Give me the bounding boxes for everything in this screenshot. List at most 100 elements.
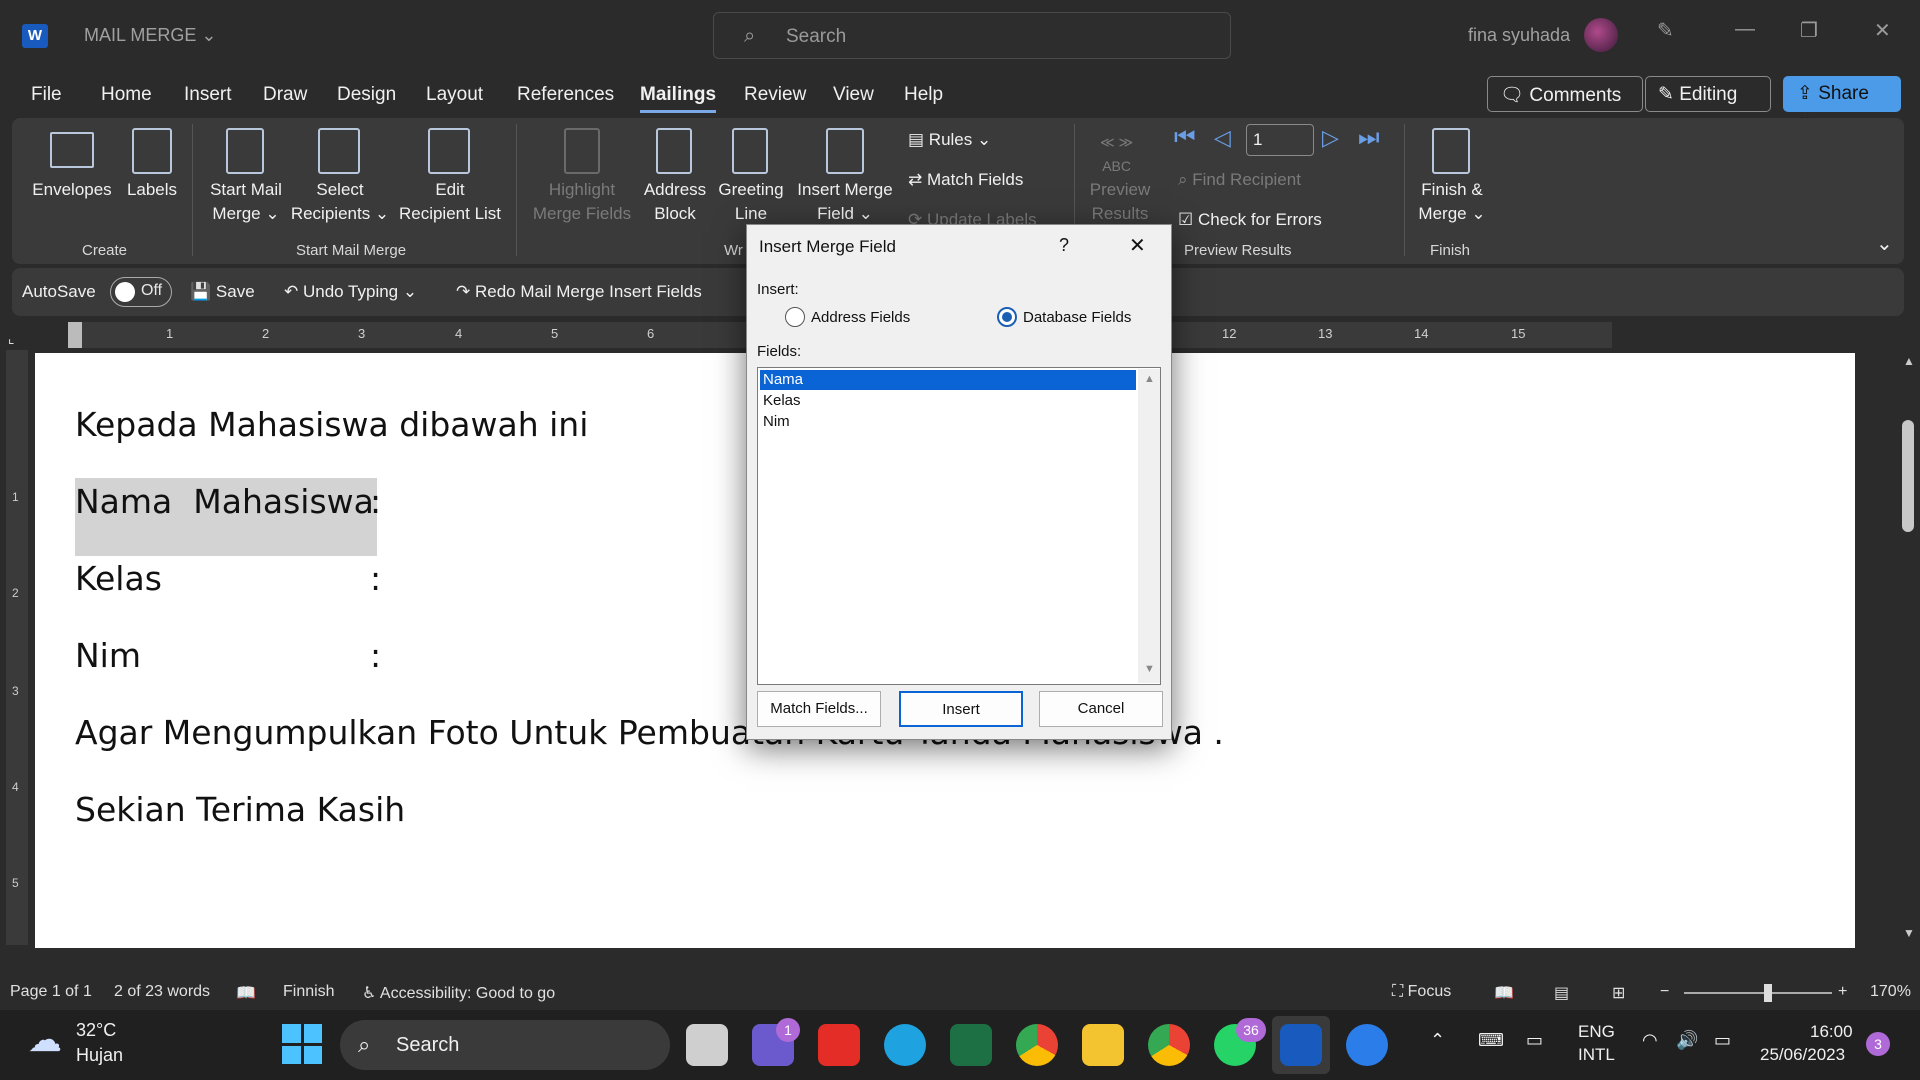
zoom-in-icon[interactable]: + [1838,983,1847,1001]
volume-icon[interactable]: 🔊 [1676,1030,1698,1051]
user-name[interactable]: fina syuhada [1468,25,1570,46]
weather-desc[interactable]: Hujan [76,1045,123,1066]
clock-time[interactable]: 16:00 [1810,1022,1853,1042]
select-recipients-button[interactable]: Select Recipients ⌄ [290,178,390,226]
database-fields-radio[interactable] [997,307,1017,327]
envelopes-button[interactable]: Envelopes [32,178,112,202]
scroll-thumb[interactable] [1902,420,1914,532]
scroll-up-icon[interactable]: ▲ [1903,354,1915,368]
tab-home[interactable]: Home [101,84,152,106]
address-fields-radio[interactable] [785,307,805,327]
file-explorer-icon[interactable] [1082,1024,1124,1066]
match-fields-button[interactable]: ⇄ Match Fields [908,168,1023,192]
insert-button[interactable]: Insert [899,691,1023,727]
insert-merge-field-button[interactable]: Insert Merge Field ⌄ [792,178,898,226]
preview-results-button[interactable]: Preview Results [1084,178,1156,226]
tab-design[interactable]: Design [337,84,396,106]
chevron-up-icon[interactable]: ⌃ [1430,1030,1445,1051]
language[interactable]: Finnish [283,983,335,1001]
tab-layout[interactable]: Layout [426,84,483,106]
taskbar-search[interactable]: ⌕ Search [340,1020,670,1070]
scroll-up-icon[interactable]: ▲ [1144,373,1155,385]
editing-button[interactable]: ✎ Editing ⌄ [1645,76,1771,128]
first-record-icon[interactable]: ⏮ [1174,126,1196,150]
list-item[interactable]: Kelas [760,391,1136,411]
tab-file[interactable]: File [31,84,62,106]
tab-view[interactable]: View [833,84,874,106]
app-icon[interactable] [1346,1024,1388,1066]
find-recipient-button[interactable]: ⌕ Find Recipient [1178,168,1301,192]
check-for-errors-button[interactable]: ☑ Check for Errors [1178,208,1322,232]
tab-selector-icon[interactable]: ⌞ [8,330,15,347]
record-number-input[interactable]: 1 [1246,124,1314,156]
scroll-down-icon[interactable]: ▼ [1144,663,1155,675]
notification-badge[interactable]: 3 [1866,1032,1890,1056]
avatar[interactable] [1584,18,1618,52]
save-button[interactable]: 💾 Save [190,282,255,302]
comments-button[interactable]: 🗨 Comments [1487,76,1643,112]
doc-line[interactable]: Kelas [75,559,162,598]
language-intl[interactable]: INTL [1578,1045,1615,1065]
clock-date[interactable]: 25/06/2023 [1760,1045,1845,1065]
address-fields-label[interactable]: Address Fields [811,309,910,326]
windows-start-icon[interactable] [282,1024,322,1064]
edge-icon[interactable] [884,1024,926,1066]
accessibility-status[interactable]: ♿ Accessibility: Good to go [362,983,555,1003]
tab-help[interactable]: Help [904,84,943,106]
focus-button[interactable]: ⛶ Focus [1392,983,1451,1001]
autosave-toggle[interactable]: Off [110,277,172,307]
close-icon[interactable]: ✕ [1874,18,1891,43]
doc-line[interactable]: Nama Mahasiswa [75,482,374,521]
doc-line[interactable]: Sekian Terima Kasih [75,790,405,829]
highlight-merge-fields-button[interactable]: Highlight Merge Fields [528,178,636,226]
read-mode-icon[interactable]: 📖 [1494,983,1514,1003]
minimize-icon[interactable]: — [1735,18,1755,41]
database-fields-label[interactable]: Database Fields [1023,309,1131,326]
finish-merge-button[interactable]: Finish & Merge ⌄ [1410,178,1494,226]
ribbon-collapse-icon[interactable]: ⌄ [1876,232,1893,256]
match-fields-button[interactable]: Match Fields... [757,691,881,727]
edit-recipient-list-button[interactable]: Edit Recipient List [396,178,504,226]
youtube-icon[interactable] [818,1024,860,1066]
cancel-button[interactable]: Cancel [1039,691,1163,727]
fields-listbox[interactable]: Nama Kelas Nim ▲ ▼ [757,367,1161,685]
scroll-down-icon[interactable]: ▼ [1903,926,1915,940]
search-input[interactable]: ⌕ Search [713,12,1231,59]
word-count[interactable]: 2 of 23 words [114,983,210,1001]
weather-icon[interactable]: ☁ [28,1020,62,1060]
chrome-icon[interactable] [1016,1024,1058,1066]
start-mail-merge-button[interactable]: Start Mail Merge ⌄ [200,178,292,226]
list-item[interactable]: Nama [760,370,1136,390]
greeting-line-button[interactable]: Greeting Line [712,178,790,226]
zoom-level[interactable]: 170% [1870,983,1911,1001]
excel-icon[interactable] [950,1024,992,1066]
keyboard-icon[interactable]: ⌨ [1478,1030,1504,1051]
share-button[interactable]: ⇪ Share ⌄ [1783,76,1901,127]
language-eng[interactable]: ENG [1578,1022,1615,1042]
help-button[interactable]: ? [1059,235,1069,256]
tab-insert[interactable]: Insert [184,84,232,106]
address-block-button[interactable]: Address Block [638,178,712,226]
task-view-icon[interactable] [686,1024,728,1066]
tab-references[interactable]: References [517,84,614,106]
undo-button[interactable]: ↶ Undo Typing ⌄ [284,282,417,302]
weather-temp[interactable]: 32°C [76,1020,116,1041]
zoom-out-icon[interactable]: − [1660,983,1669,1001]
web-layout-icon[interactable]: ⊞ [1612,983,1625,1003]
print-layout-icon[interactable]: ▤ [1554,983,1569,1003]
battery-icon[interactable]: ▭ [1714,1030,1731,1051]
last-record-icon[interactable]: ⏭ [1358,126,1380,150]
document-title[interactable]: MAIL MERGE ⌄ [84,25,216,46]
previous-record-icon[interactable]: ◁ [1214,126,1231,150]
proofing-icon[interactable]: 📖 [236,983,256,1003]
zoom-slider-thumb[interactable] [1764,984,1772,1002]
page-count[interactable]: Page 1 of 1 [10,983,92,1001]
restore-icon[interactable]: ❐ [1800,18,1818,43]
zoom-slider[interactable] [1684,992,1832,994]
wifi-icon[interactable]: ◠ [1642,1030,1658,1051]
redo-button[interactable]: ↷ Redo Mail Merge Insert Fields [456,282,702,302]
word-icon[interactable] [1280,1024,1322,1066]
tablet-icon[interactable]: ▭ [1526,1030,1543,1051]
doc-line[interactable]: Kepada Mahasiswa dibawah ini [75,405,588,444]
tab-mailings[interactable]: Mailings [640,84,717,113]
